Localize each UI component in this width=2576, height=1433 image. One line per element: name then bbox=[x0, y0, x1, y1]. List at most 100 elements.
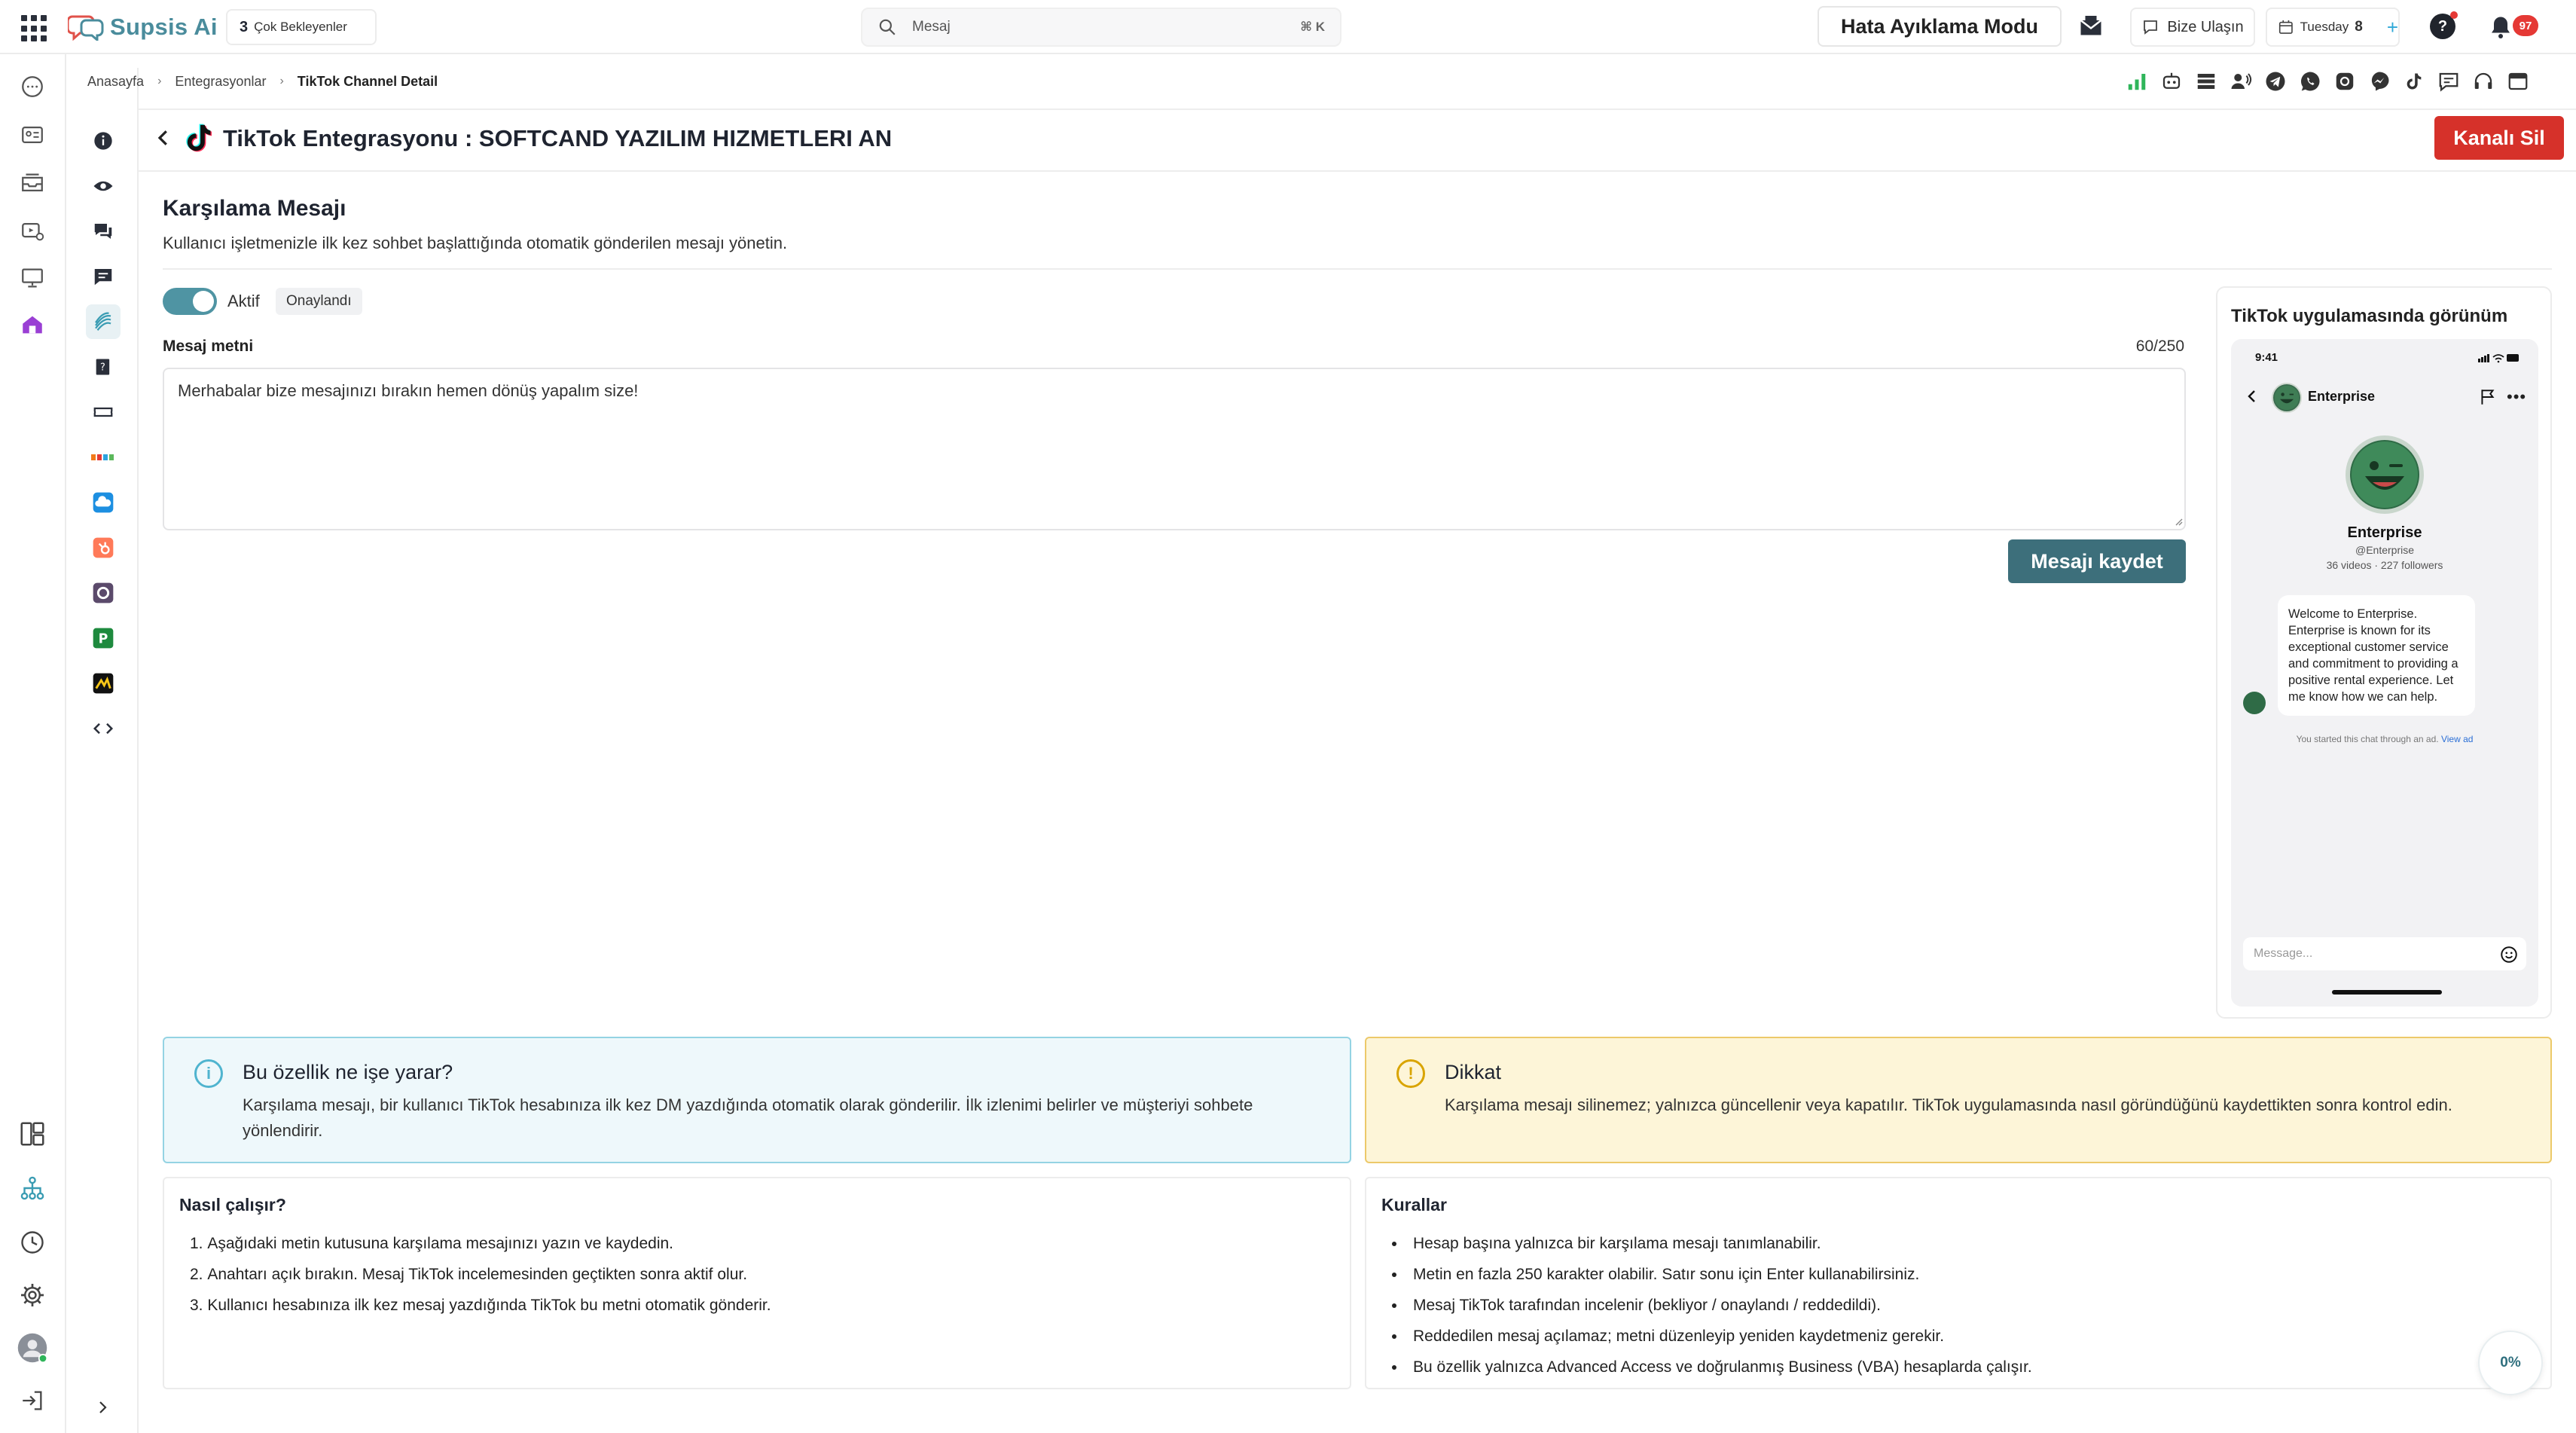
top-bar: Supsis Ai 3 Çok Bekleyenler Mesaj ⌘ K Ha… bbox=[0, 0, 2576, 54]
mail-icon[interactable] bbox=[2077, 14, 2104, 41]
how-it-works-card: Nasıl çalışır? Aşağıdaki metin kutusuna … bbox=[163, 1177, 1351, 1389]
debug-mode-button[interactable]: Hata Ayıklama Modu bbox=[1818, 6, 2062, 47]
warning-callout: ! Dikkat Karşılama mesajı silinemez; yal… bbox=[1365, 1037, 2552, 1163]
how-steps-list: Aşağıdaki metin kutusuna karşılama mesaj… bbox=[190, 1228, 771, 1321]
ticket-icon[interactable] bbox=[86, 395, 121, 429]
bar-app-icon[interactable] bbox=[86, 666, 121, 701]
phone-bubble-avatar bbox=[2243, 692, 2266, 714]
add-event-icon[interactable]: + bbox=[2387, 16, 2398, 39]
messenger-icon[interactable] bbox=[2367, 69, 2392, 94]
cloud-icon[interactable] bbox=[86, 485, 121, 520]
chat-icon[interactable] bbox=[17, 71, 48, 102]
settings-icon[interactable] bbox=[17, 1279, 48, 1311]
instagram-icon[interactable] bbox=[2332, 69, 2358, 94]
active-toggle[interactable] bbox=[163, 288, 217, 315]
welcome-message-textarea[interactable]: Merhabalar bize mesajınızı bırakın hemen… bbox=[163, 368, 2186, 530]
apps-grid-icon[interactable] bbox=[21, 15, 48, 42]
view-ad-link: View ad bbox=[2440, 734, 2474, 744]
calendar-icon bbox=[2278, 20, 2293, 34]
section-description: Kullanıcı işletmenizle ilk kez sohbet ba… bbox=[163, 234, 788, 252]
list-item: Metin en fazla 250 karakter olabilir. Sa… bbox=[1392, 1259, 2032, 1290]
list-item: Bu özellik yalnızca Advanced Access ve d… bbox=[1392, 1352, 2032, 1383]
date-number: 8 bbox=[2355, 19, 2363, 35]
info-icon[interactable] bbox=[86, 124, 121, 158]
list-item: Mesaj TikTok tarafından incelenir (bekli… bbox=[1392, 1290, 2032, 1321]
phone-avatar-large bbox=[2346, 435, 2424, 514]
phone-profile-handle: @Enterprise bbox=[2355, 544, 2415, 556]
search-input[interactable]: Mesaj ⌘ K bbox=[861, 8, 1341, 47]
phone-back-icon bbox=[2248, 390, 2255, 402]
message-icon[interactable] bbox=[86, 259, 121, 294]
org-tree-icon[interactable] bbox=[17, 1172, 48, 1204]
warning-circle-icon: ! bbox=[1396, 1059, 1425, 1088]
code-icon[interactable] bbox=[86, 711, 121, 746]
phone-message-input: Message... bbox=[2243, 937, 2526, 970]
hubspot-icon[interactable] bbox=[86, 530, 121, 565]
list-item: Kullanıcı hesabınıza ilk kez mesaj yazdı… bbox=[190, 1290, 771, 1321]
headset-icon[interactable] bbox=[2471, 69, 2496, 94]
inbox-icon[interactable] bbox=[17, 167, 48, 199]
voice-icon[interactable] bbox=[2228, 69, 2254, 94]
svg-text:?: ? bbox=[100, 362, 105, 374]
save-message-button[interactable]: Mesajı kaydet bbox=[2008, 539, 2186, 583]
phone-ad-note: You started this chat through an ad. Vie… bbox=[2231, 734, 2538, 744]
home-icon[interactable] bbox=[17, 309, 48, 341]
search-icon bbox=[879, 19, 896, 35]
signal-icon[interactable] bbox=[2124, 69, 2150, 94]
media-settings-icon[interactable] bbox=[17, 215, 48, 247]
emoji-icon bbox=[2501, 946, 2517, 963]
tiktok-icon[interactable] bbox=[2401, 69, 2427, 94]
contact-card-icon[interactable] bbox=[17, 119, 48, 151]
date-widget[interactable]: Tuesday 8 + bbox=[2266, 8, 2400, 47]
tiktok-logo-icon bbox=[186, 124, 212, 152]
phone-chat-header: Enterprise ••• bbox=[2231, 377, 2538, 419]
telegram-icon[interactable] bbox=[2263, 69, 2288, 94]
breadcrumb-integrations[interactable]: Entegrasyonlar bbox=[175, 74, 266, 90]
monitor-icon[interactable] bbox=[17, 262, 48, 294]
breadcrumb-home[interactable]: Anasayfa bbox=[87, 74, 144, 90]
circle-app-icon[interactable] bbox=[86, 576, 121, 610]
main-nav-rail bbox=[0, 54, 66, 1433]
phone-account-name: Enterprise bbox=[2308, 389, 2376, 404]
dashboard-icon[interactable] bbox=[17, 1118, 48, 1150]
info-callout: i Bu özellik ne işe yarar? Karşılama mes… bbox=[163, 1037, 1351, 1163]
list-icon[interactable] bbox=[2193, 69, 2219, 94]
warning-title: Dikkat bbox=[1445, 1061, 1502, 1083]
svg-text:P: P bbox=[99, 632, 108, 647]
bot-icon[interactable] bbox=[2159, 69, 2184, 94]
avatar[interactable] bbox=[17, 1332, 48, 1364]
expand-sidebar-icon[interactable] bbox=[93, 1398, 111, 1416]
resize-handle-icon[interactable] bbox=[2172, 515, 2183, 526]
help-icon[interactable]: ? bbox=[2430, 11, 2458, 39]
tiktok-integration-icon[interactable] bbox=[86, 304, 121, 339]
page-title: TikTok Entegrasyonu : SOFTCAND YAZILIM H… bbox=[223, 125, 893, 151]
window-icon[interactable] bbox=[2505, 69, 2531, 94]
delete-channel-button[interactable]: Kanalı Sil bbox=[2434, 116, 2564, 160]
progress-indicator[interactable]: 0% bbox=[2478, 1331, 2543, 1395]
sms-icon[interactable] bbox=[2436, 69, 2462, 94]
back-arrow-icon[interactable] bbox=[152, 127, 175, 149]
logout-icon[interactable] bbox=[17, 1385, 48, 1416]
channel-icons-bar bbox=[2124, 68, 2531, 95]
info-text: Karşılama mesajı, bir kullanıcı TikTok h… bbox=[243, 1095, 1253, 1140]
app-name: Supsis Ai bbox=[110, 14, 218, 40]
whatsapp-icon[interactable] bbox=[2297, 69, 2323, 94]
p-app-icon[interactable]: P bbox=[86, 621, 121, 655]
status-badge: Onaylandı bbox=[276, 288, 362, 315]
trendyol-icon[interactable] bbox=[86, 440, 121, 475]
list-item: Hesap başına yalnızca bir karşılama mesa… bbox=[1392, 1228, 2032, 1259]
divider bbox=[139, 108, 2576, 110]
chats-icon[interactable] bbox=[86, 214, 121, 249]
eye-icon[interactable] bbox=[86, 169, 121, 203]
notification-badge: 97 bbox=[2513, 15, 2538, 36]
breadcrumb-separator-icon: › bbox=[279, 75, 284, 87]
clock-icon[interactable] bbox=[17, 1227, 48, 1258]
contact-us-button[interactable]: Bize Ulaşın bbox=[2130, 8, 2255, 47]
phone-avatar-small bbox=[2272, 383, 2302, 413]
app-logo[interactable]: Supsis Ai bbox=[68, 9, 218, 45]
help-book-icon[interactable]: ? bbox=[86, 350, 121, 384]
pending-chats-button[interactable]: 3 Çok Bekleyenler bbox=[226, 9, 377, 45]
divider bbox=[139, 170, 2576, 172]
flag-icon bbox=[2481, 390, 2495, 405]
notification-bell-icon[interactable] bbox=[2487, 14, 2514, 41]
